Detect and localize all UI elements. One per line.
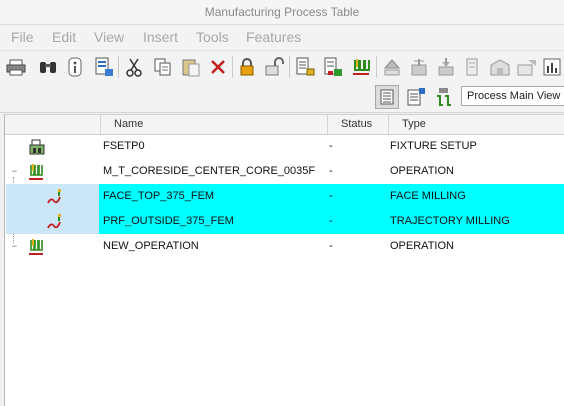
- menu-edit[interactable]: Edit: [52, 25, 76, 49]
- menu-tools[interactable]: Tools: [196, 25, 229, 49]
- collapse-icon[interactable]: −: [10, 167, 19, 176]
- operation-icon: [27, 238, 45, 256]
- tree-view-icon[interactable]: [432, 85, 456, 109]
- process-table: Name Status Type FSETP0 - FIXTURE SETUP …: [4, 114, 564, 406]
- operation-icon: [27, 163, 45, 181]
- row-status: -: [329, 215, 333, 227]
- row-name: FSETP0: [103, 140, 145, 152]
- paste-icon[interactable]: [180, 56, 202, 78]
- find-icon[interactable]: [37, 56, 59, 78]
- row-type: TRAJECTORY MILLING: [390, 215, 510, 227]
- row-type: FACE MILLING: [390, 190, 466, 202]
- column-icon[interactable]: [462, 56, 484, 78]
- table-row[interactable]: FSETP0 - FIXTURE SETUP: [5, 134, 564, 159]
- row-status: -: [329, 240, 333, 252]
- info-icon[interactable]: [64, 56, 86, 78]
- table-row[interactable]: − M_T_CORESIDE_CENTER_CORE_0035F - OPERA…: [5, 159, 564, 184]
- page-setup-icon[interactable]: [93, 56, 115, 78]
- row-name: NEW_OPERATION: [103, 240, 199, 252]
- row-type: OPERATION: [390, 165, 454, 177]
- milling-step-icon: [46, 213, 64, 231]
- unlock-icon[interactable]: [263, 56, 285, 78]
- print-icon[interactable]: [5, 56, 27, 78]
- row-status: -: [329, 165, 333, 177]
- copy-icon[interactable]: [152, 56, 174, 78]
- operation-icon[interactable]: [350, 56, 372, 78]
- move-down-icon[interactable]: [408, 56, 430, 78]
- cut-icon[interactable]: [123, 56, 145, 78]
- chart-icon[interactable]: [516, 56, 538, 78]
- fixture-icon[interactable]: [489, 56, 511, 78]
- row-status: -: [329, 140, 333, 152]
- detail-view-icon[interactable]: [404, 85, 428, 109]
- more-icon[interactable]: [540, 56, 562, 78]
- menu-insert[interactable]: Insert: [143, 25, 178, 49]
- header-blank: [5, 115, 100, 134]
- fixture-setup-icon: [28, 138, 46, 156]
- row-type: OPERATION: [390, 240, 454, 252]
- column-status[interactable]: Status: [327, 115, 388, 134]
- column-name[interactable]: Name: [100, 115, 327, 134]
- table-row[interactable]: FACE_TOP_375_FEM - FACE MILLING: [5, 184, 564, 209]
- window-title: Manufacturing Process Table: [0, 0, 564, 25]
- milling-step-icon: [46, 188, 64, 206]
- toolbar: [0, 50, 564, 83]
- row-name: M_T_CORESIDE_CENTER_CORE_0035F: [103, 165, 316, 177]
- menu-bar: File Edit View Insert Tools Features: [0, 25, 564, 49]
- edit-params-icon[interactable]: [294, 56, 316, 78]
- tool-manager-icon[interactable]: [322, 56, 344, 78]
- collapse-icon[interactable]: −: [10, 242, 19, 251]
- table-row[interactable]: PRF_OUTSIDE_375_FEM - TRAJECTORY MILLING: [5, 209, 564, 234]
- menu-view[interactable]: View: [94, 25, 124, 49]
- row-status: -: [329, 190, 333, 202]
- view-bar: Process Main View: [0, 82, 564, 113]
- insert-icon[interactable]: [435, 56, 457, 78]
- menu-features[interactable]: Features: [246, 25, 301, 49]
- delete-icon[interactable]: [207, 56, 229, 78]
- list-view-icon[interactable]: [375, 85, 399, 109]
- row-type: FIXTURE SETUP: [390, 140, 477, 152]
- column-type[interactable]: Type: [388, 115, 564, 134]
- row-name: PRF_OUTSIDE_375_FEM: [103, 215, 234, 227]
- lock-icon[interactable]: [236, 56, 258, 78]
- row-name: FACE_TOP_375_FEM: [103, 190, 215, 202]
- table-row[interactable]: − NEW_OPERATION - OPERATION: [5, 234, 564, 259]
- view-selector[interactable]: Process Main View: [461, 86, 564, 106]
- table-header: Name Status Type: [5, 115, 564, 135]
- menu-file[interactable]: File: [11, 25, 34, 49]
- move-up-icon[interactable]: [381, 56, 403, 78]
